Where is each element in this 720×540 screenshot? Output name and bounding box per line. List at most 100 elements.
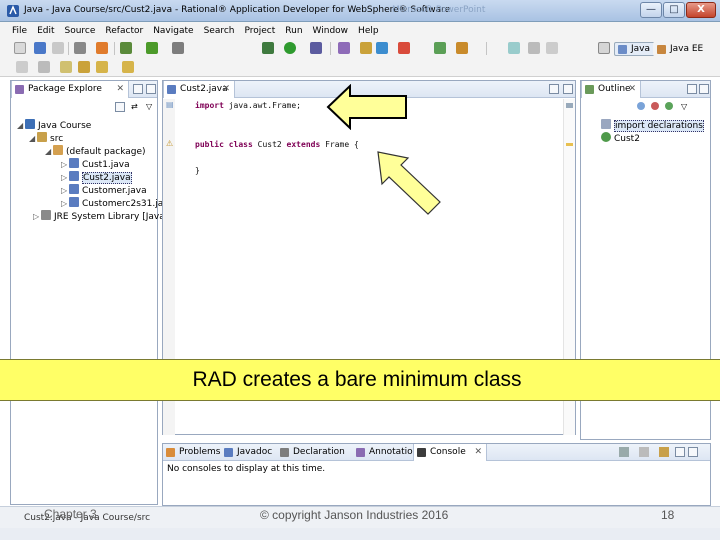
menu-edit[interactable]: Edit <box>37 26 54 36</box>
view-menu-icon[interactable]: ▽ <box>681 102 691 112</box>
server-icon[interactable] <box>96 42 108 54</box>
console-toolbar-icon[interactable] <box>619 447 629 457</box>
tab-package-explorer[interactable]: Package Explore ✕ <box>11 81 129 98</box>
footer-page-number: 18 <box>661 508 675 522</box>
outline-class-cust2[interactable]: Cust2 <box>601 132 640 144</box>
minimize-view-icon[interactable] <box>133 84 143 94</box>
tree-default-package-label: (default package) <box>66 147 146 157</box>
maximize-view-icon[interactable] <box>699 84 709 94</box>
open-perspective-icon[interactable] <box>598 42 610 54</box>
open-type-icon[interactable] <box>360 42 372 54</box>
code-line-class[interactable]: public class Cust2 extends Frame { <box>195 140 359 149</box>
tab-declaration[interactable]: Declaration <box>277 444 355 461</box>
maximize-view-icon[interactable] <box>563 84 573 94</box>
menu-source[interactable]: Source <box>65 26 96 36</box>
collapsed-icon[interactable]: ▷ <box>61 185 69 197</box>
new-icon[interactable] <box>14 42 26 54</box>
block-selection-icon[interactable] <box>528 42 540 54</box>
expanded-icon[interactable]: ◢ <box>45 146 53 158</box>
tree-file-customerc2s31[interactable]: ▷ Customerc2s31.ja <box>61 197 163 209</box>
print-icon[interactable] <box>52 42 64 54</box>
menu-window[interactable]: Window <box>313 26 349 36</box>
minimize-view-icon[interactable] <box>549 84 559 94</box>
link-editor-icon[interactable]: ⇄ <box>131 102 141 112</box>
run-last-icon[interactable] <box>310 42 322 54</box>
collapsed-icon[interactable]: ▷ <box>33 211 41 223</box>
annotation-icon[interactable] <box>16 61 28 73</box>
tab-javadoc[interactable]: Javadoc <box>221 444 279 461</box>
refresh-icon[interactable] <box>398 42 410 54</box>
collapsed-icon[interactable]: ▷ <box>61 172 69 184</box>
close-icon[interactable]: ✕ <box>222 81 230 98</box>
menu-project[interactable]: Project <box>244 26 275 36</box>
display-console-icon[interactable] <box>659 447 669 457</box>
debug-icon[interactable] <box>74 42 86 54</box>
window-title-bar[interactable]: Java - Java Course/src/Cust2.java - Rati… <box>0 0 720 22</box>
tree-jre-library[interactable]: ▷ JRE System Library [Java SE <box>33 210 179 222</box>
close-icon[interactable]: ✕ <box>628 81 636 98</box>
run-icon[interactable] <box>284 42 296 54</box>
forward-icon[interactable] <box>122 61 134 73</box>
tree-src[interactable]: ◢ src <box>29 132 63 144</box>
open-console-icon[interactable] <box>639 447 649 457</box>
minimize-button[interactable]: — <box>640 2 662 18</box>
pin-icon[interactable] <box>508 42 520 54</box>
hide-fields-icon[interactable] <box>651 102 659 110</box>
maximize-button[interactable]: □ <box>663 2 685 18</box>
sort-icon[interactable] <box>637 102 645 110</box>
outline-import-declarations[interactable]: import declarations <box>601 119 704 132</box>
menu-help[interactable]: Help <box>358 26 379 36</box>
tab-console[interactable]: Console ✕ <box>413 444 487 461</box>
tab-problems[interactable]: Problems <box>163 444 221 461</box>
bug-icon[interactable] <box>262 42 274 54</box>
minimize-view-icon[interactable] <box>687 84 697 94</box>
wand-icon[interactable] <box>456 42 468 54</box>
external-tools-icon[interactable] <box>172 42 184 54</box>
close-icon[interactable]: ✕ <box>474 444 482 461</box>
tree-default-package[interactable]: ◢ (default package) <box>45 145 146 157</box>
collapsed-icon[interactable]: ▷ <box>61 198 69 210</box>
show-whitespace-icon[interactable] <box>546 42 558 54</box>
collapsed-icon[interactable]: ▷ <box>61 159 69 171</box>
save-icon[interactable] <box>34 42 46 54</box>
view-menu-icon[interactable]: ▽ <box>146 102 156 112</box>
tab-outline[interactable]: Outline ✕ <box>581 81 641 98</box>
collapse-all-icon[interactable] <box>115 102 125 112</box>
menu-file[interactable]: File <box>12 26 27 36</box>
hide-static-icon[interactable] <box>665 102 673 110</box>
tree-project[interactable]: ◢ Java Course <box>17 119 91 131</box>
debug-run-icon[interactable] <box>146 42 158 54</box>
menu-search[interactable]: Search <box>204 26 235 36</box>
menu-run[interactable]: Run <box>285 26 302 36</box>
java-file-icon <box>69 184 79 194</box>
maximize-view-icon[interactable] <box>688 447 698 457</box>
close-button[interactable]: X <box>686 2 716 18</box>
close-icon[interactable]: ✕ <box>116 81 124 98</box>
tree-file-cust1[interactable]: ▷ Cust1.java <box>61 158 130 170</box>
code-line-import[interactable]: import java.awt.Frame; <box>195 101 301 110</box>
fold-icon[interactable]: ▤ <box>166 100 174 109</box>
new-class-icon[interactable] <box>338 42 350 54</box>
back-icon[interactable] <box>96 61 108 73</box>
perspective-javaee[interactable]: Java EE <box>653 42 709 56</box>
menu-navigate[interactable]: Navigate <box>153 26 193 36</box>
maximize-view-icon[interactable] <box>146 84 156 94</box>
search-toolbar-icon[interactable] <box>376 42 388 54</box>
tab-cust2-java[interactable]: Cust2.java ✕ <box>163 81 235 98</box>
menu-refactor[interactable]: Refactor <box>105 26 143 36</box>
tree-file-cust2[interactable]: ▷ Cust2.java <box>61 171 132 184</box>
tree-file-customer[interactable]: ▷ Customer.java <box>61 184 147 196</box>
minimize-view-icon[interactable] <box>675 447 685 457</box>
expanded-icon[interactable]: ◢ <box>29 133 37 145</box>
last-edit-icon[interactable] <box>78 61 90 73</box>
next-annotation-icon[interactable] <box>38 61 50 73</box>
overview-marker[interactable] <box>566 103 573 108</box>
javadoc-icon <box>224 448 233 457</box>
build-icon[interactable] <box>120 42 132 54</box>
expanded-icon[interactable]: ◢ <box>17 120 25 132</box>
code-line-close-brace[interactable]: } <box>195 166 200 175</box>
open-project-icon[interactable] <box>434 42 446 54</box>
warning-marker[interactable] <box>566 143 573 146</box>
perspective-java[interactable]: Java <box>614 42 656 56</box>
history-icon[interactable] <box>60 61 72 73</box>
